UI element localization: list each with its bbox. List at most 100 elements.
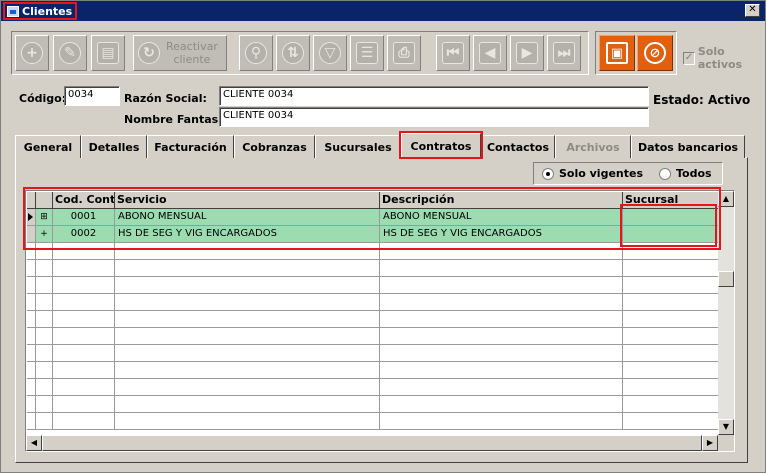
solo-activos-checkbox[interactable]: ✓ Solo activos: [683, 45, 765, 71]
reactivar-label-1: Reactivar: [166, 40, 218, 53]
first-icon: ⏮: [442, 42, 464, 64]
report-icon: ☰: [356, 42, 378, 64]
codigo-field[interactable]: 0034: [64, 86, 120, 106]
report-button[interactable]: ☰: [350, 35, 384, 71]
nombre-fantasia-label: Nombre Fantasía:: [124, 113, 234, 126]
solo-activos-label: Solo activos: [697, 45, 743, 71]
search-button[interactable]: ⚲: [239, 35, 273, 71]
empty-cell: [53, 379, 115, 396]
nombre-fantasia-field[interactable]: CLIENTE 0034: [219, 107, 649, 127]
title-highlight: Clientes: [3, 2, 78, 20]
delete-doc-icon: ▤: [97, 42, 119, 64]
empty-cell: [115, 396, 380, 413]
vertical-scroll-thumb[interactable]: [718, 271, 734, 287]
empty-cell: [36, 260, 53, 277]
empty-cell: [27, 345, 36, 362]
scroll-left-icon[interactable]: ◀: [26, 435, 42, 451]
sort-button[interactable]: ⇅: [276, 35, 310, 71]
empty-table-row: [27, 413, 719, 430]
cancel-button[interactable]: ⊘: [637, 35, 673, 71]
first-record-button[interactable]: ⏮: [436, 35, 470, 71]
edit-button[interactable]: ✎: [53, 35, 87, 71]
tab-highlight: [399, 131, 483, 159]
empty-cell: [27, 277, 36, 294]
razon-social-label: Razón Social:: [124, 92, 207, 105]
tab-cobranzas[interactable]: Cobranzas: [234, 135, 315, 158]
next-record-button[interactable]: ▶: [510, 35, 544, 71]
save-icon: ▣: [606, 42, 628, 64]
empty-cell: [115, 311, 380, 328]
empty-cell: [623, 328, 719, 345]
empty-cell: [380, 260, 623, 277]
empty-cell: [623, 362, 719, 379]
solo-vigentes-radio[interactable]: [542, 167, 554, 180]
save-button[interactable]: ▣: [599, 35, 635, 71]
empty-cell: [53, 294, 115, 311]
delete-button[interactable]: ▤: [91, 35, 125, 71]
scroll-right-icon[interactable]: ▶: [702, 435, 718, 451]
empty-cell: [623, 294, 719, 311]
tab-facturacion[interactable]: Facturación: [147, 135, 234, 158]
reactivar-cliente-button[interactable]: ↻ Reactivar cliente: [133, 35, 227, 71]
empty-cell: [27, 413, 36, 430]
plus-icon: +: [21, 42, 43, 64]
pencil-icon: ✎: [59, 42, 81, 64]
title-bar: Clientes ✕: [1, 1, 765, 21]
sucursal-highlight: [620, 204, 717, 247]
clientes-window: Clientes ✕ + ✎ ▤ ↻ Reactivar cliente ⚲ ⇅ …: [0, 0, 766, 473]
reactivar-label-2: cliente: [173, 53, 211, 66]
tab-datos-bancarios[interactable]: Datos bancarios: [631, 135, 745, 158]
previous-icon: ◀: [479, 42, 501, 64]
horizontal-scroll-thumb[interactable]: [42, 435, 702, 451]
tab-archivos: Archivos: [555, 135, 631, 158]
codigo-label: Código:: [19, 92, 67, 105]
tab-contactos[interactable]: Contactos: [481, 135, 555, 158]
empty-cell: [36, 362, 53, 379]
cancel-icon: ⊘: [644, 42, 666, 64]
empty-cell: [27, 396, 36, 413]
empty-cell: [53, 311, 115, 328]
tab-general[interactable]: General: [15, 135, 81, 158]
empty-cell: [115, 413, 380, 430]
empty-cell: [53, 277, 115, 294]
horizontal-scrollbar[interactable]: ◀ ▶: [26, 435, 718, 451]
empty-cell: [53, 328, 115, 345]
reactivar-icon: ↻: [138, 42, 160, 64]
empty-cell: [623, 379, 719, 396]
filter-icon: ▽: [319, 42, 341, 64]
todos-radio[interactable]: [659, 167, 672, 180]
empty-cell: [623, 260, 719, 277]
empty-cell: [115, 328, 380, 345]
empty-table-row: [27, 277, 719, 294]
empty-cell: [115, 379, 380, 396]
empty-cell: [115, 294, 380, 311]
next-icon: ▶: [516, 42, 538, 64]
todos-label: Todos: [676, 167, 712, 180]
action-toolbar: ▣ ⊘: [595, 31, 677, 75]
empty-cell: [623, 396, 719, 413]
empty-cell: [36, 379, 53, 396]
empty-cell: [623, 277, 719, 294]
empty-cell: [623, 345, 719, 362]
tab-sucursales[interactable]: Sucursales: [315, 135, 401, 158]
tab-detalles[interactable]: Detalles: [81, 135, 147, 158]
empty-cell: [27, 294, 36, 311]
empty-cell: [36, 294, 53, 311]
empty-cell: [53, 396, 115, 413]
rows-highlight: [23, 187, 721, 250]
add-button[interactable]: +: [15, 35, 49, 71]
print-button[interactable]: ⎙: [387, 35, 421, 71]
empty-table-row: [27, 345, 719, 362]
filter-button[interactable]: ▽: [313, 35, 347, 71]
empty-table-row: [27, 396, 719, 413]
empty-cell: [380, 413, 623, 430]
scroll-down-icon[interactable]: ▼: [718, 419, 734, 435]
scroll-corner: [718, 435, 734, 451]
empty-cell: [115, 345, 380, 362]
empty-table-row: [27, 379, 719, 396]
last-record-button[interactable]: ⏭: [547, 35, 581, 71]
sort-icon: ⇅: [282, 42, 304, 64]
previous-record-button[interactable]: ◀: [473, 35, 507, 71]
close-button[interactable]: ✕: [745, 4, 760, 17]
razon-social-field[interactable]: CLIENTE 0034: [219, 86, 649, 106]
